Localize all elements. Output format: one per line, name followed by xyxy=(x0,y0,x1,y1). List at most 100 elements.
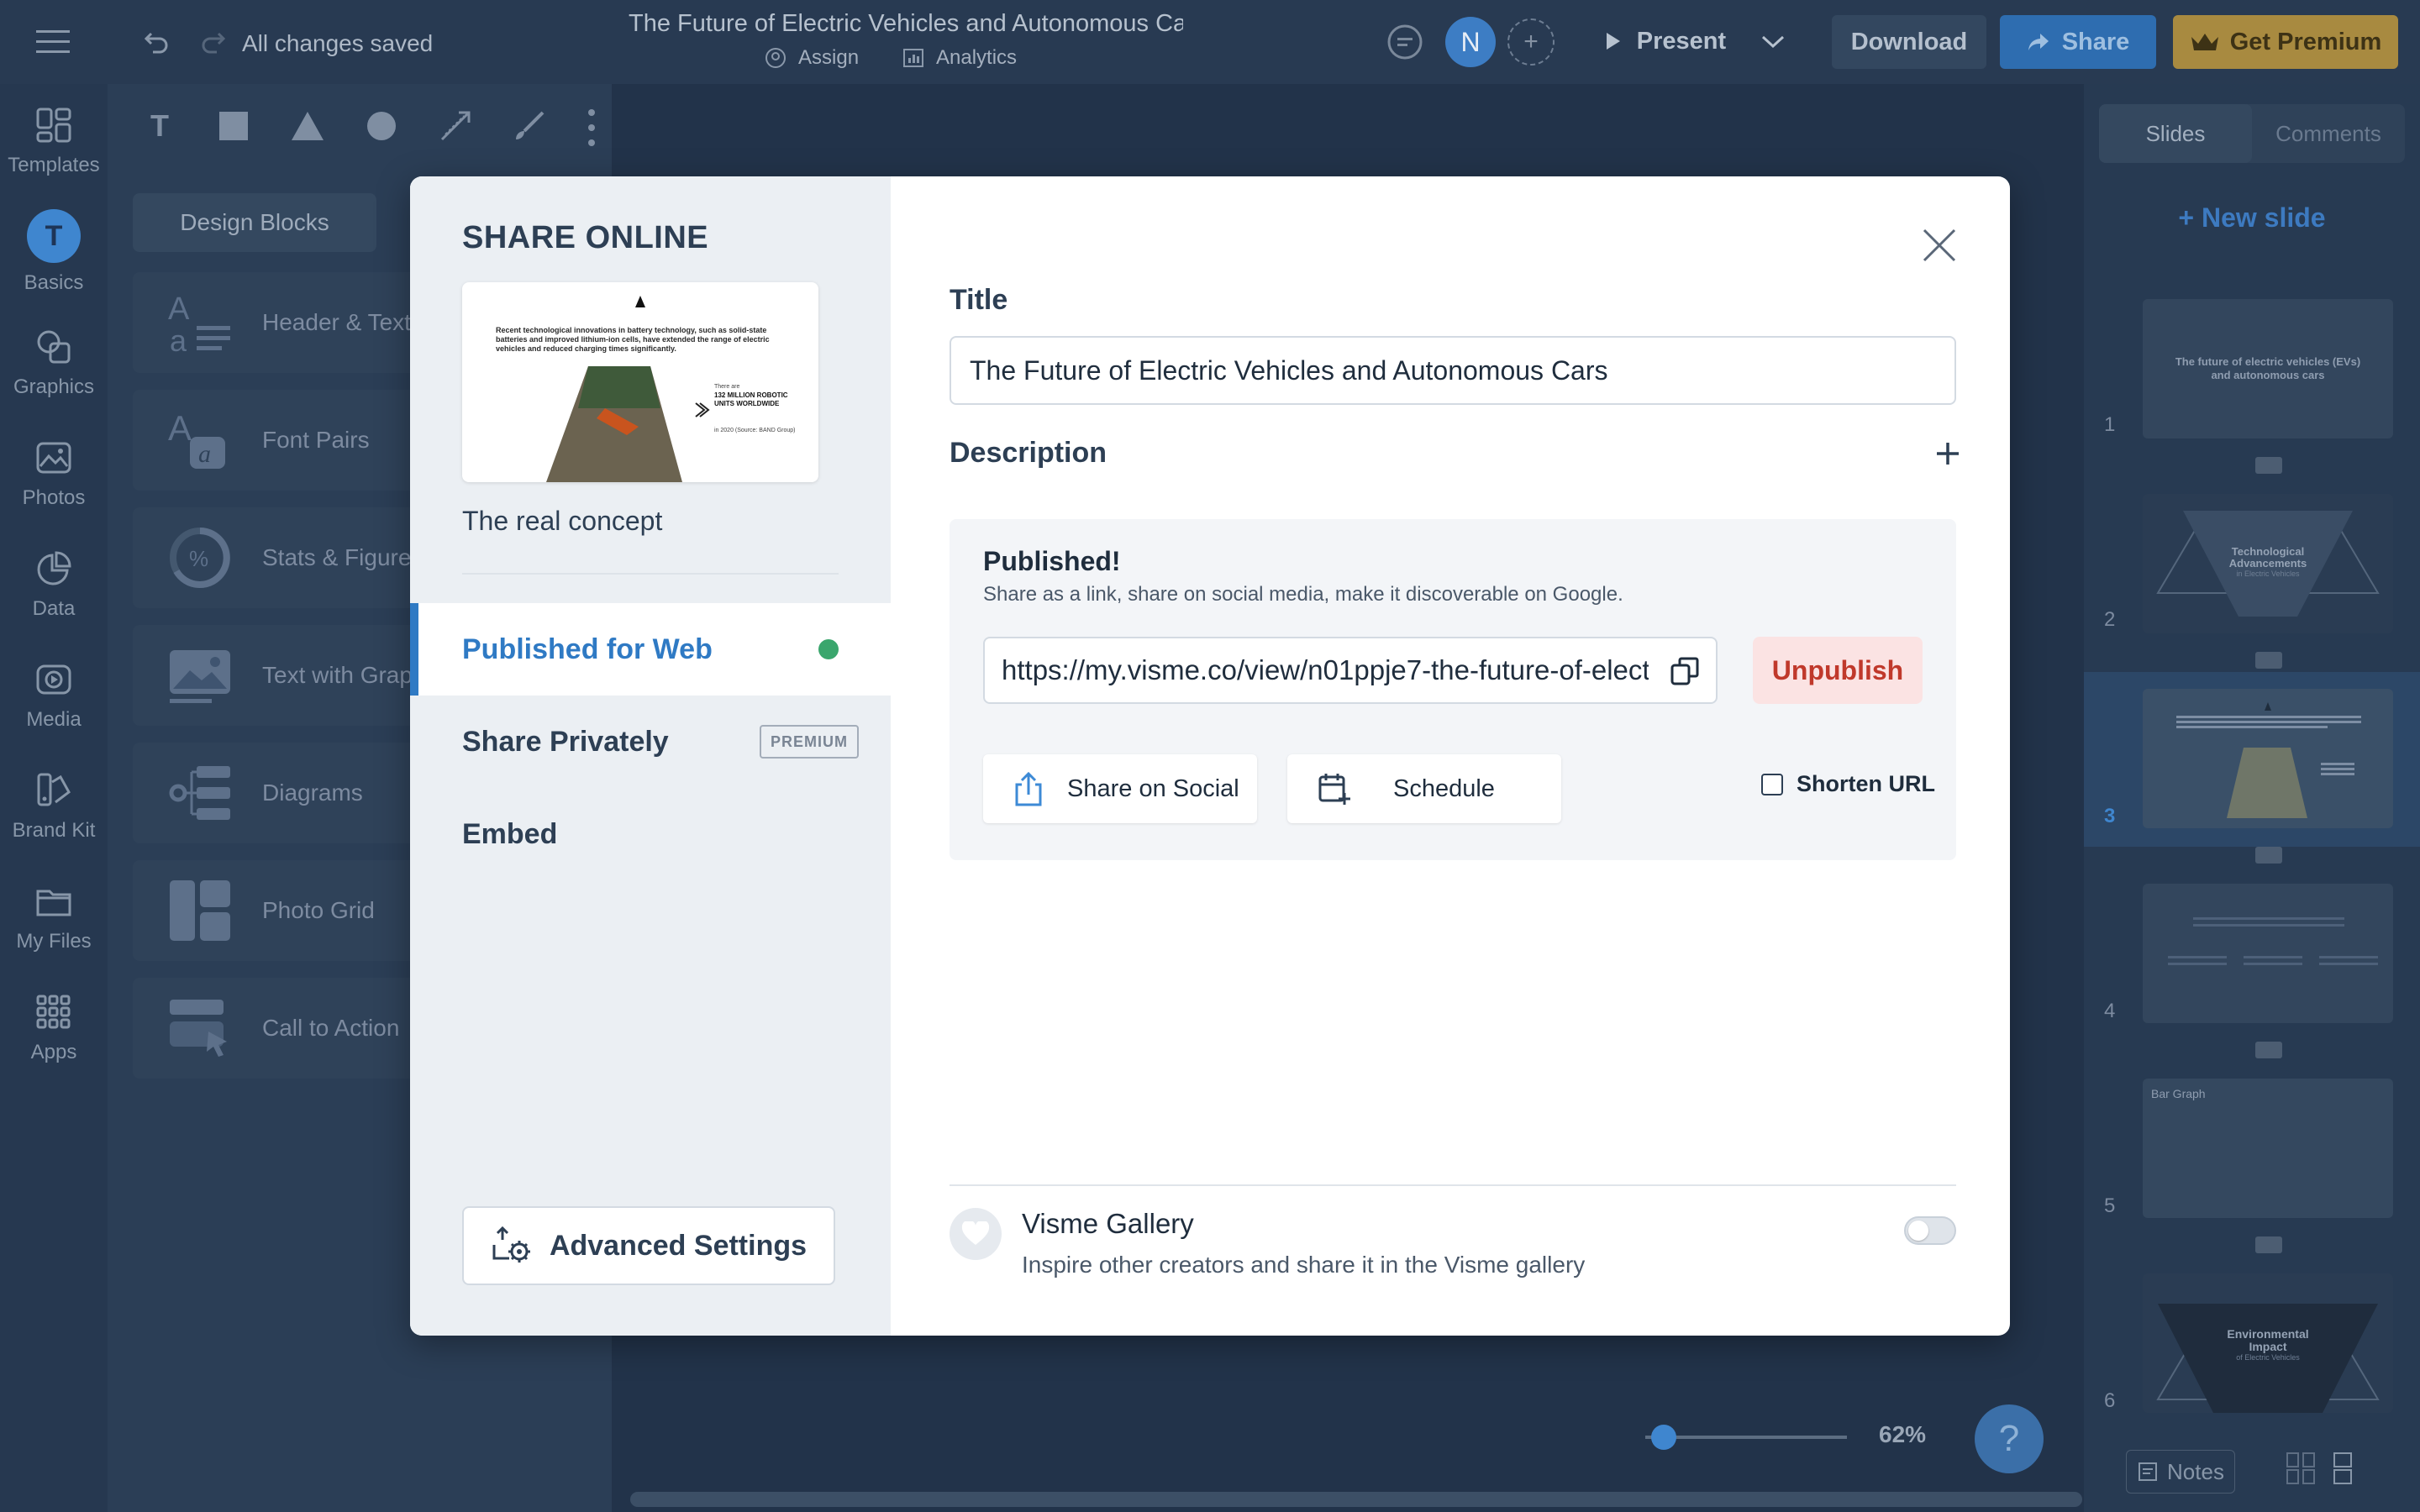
rail-item-brand-kit[interactable]: Brand Kit xyxy=(0,753,108,860)
share-button[interactable]: Share xyxy=(2000,15,2156,69)
gallery-toggle[interactable] xyxy=(1904,1216,1956,1245)
rail-item-photos[interactable]: Photos xyxy=(0,420,108,528)
new-slide-button[interactable]: + New slide xyxy=(2149,188,2354,247)
help-button[interactable]: ? xyxy=(1975,1404,2044,1473)
published-heading: Published! xyxy=(983,546,1121,576)
add-collaborator-icon[interactable]: + xyxy=(1507,18,1555,66)
analytics-label: Analytics xyxy=(936,46,1018,69)
nav-published-for-web[interactable]: Published for Web xyxy=(410,603,891,696)
gallery-title: Visme Gallery xyxy=(1022,1208,1194,1239)
share-on-social-label: Share on Social xyxy=(1067,774,1239,802)
nav-embed[interactable]: Embed xyxy=(410,788,891,880)
analytics-button[interactable]: Analytics xyxy=(902,44,1017,72)
slide-number: 4 xyxy=(2104,1000,2116,1022)
document-title[interactable]: The Future of Electric Vehicles and Auto… xyxy=(629,7,1183,40)
transition-icon[interactable] xyxy=(2255,1042,2282,1058)
rail-item-graphics[interactable]: Graphics xyxy=(0,309,108,417)
notes-icon xyxy=(2139,1462,2158,1481)
slide-thumb-title: Environmental Impact xyxy=(2227,1327,2309,1353)
get-premium-label: Get Premium xyxy=(2229,28,2382,55)
copy-icon[interactable] xyxy=(1664,650,1706,692)
heart-icon xyxy=(950,1208,1002,1260)
nav-label: Share Privately xyxy=(462,725,669,758)
svg-text:%: % xyxy=(189,546,208,571)
advanced-settings-button[interactable]: Advanced Settings xyxy=(462,1206,835,1285)
rail-item-basics[interactable]: T Basics xyxy=(0,198,108,306)
comments-icon[interactable] xyxy=(1385,22,1425,62)
slide-number: 1 xyxy=(2104,413,2116,436)
share-upload-icon xyxy=(1013,771,1044,806)
notes-button[interactable]: Notes xyxy=(2126,1450,2235,1494)
tab-slides[interactable]: Slides xyxy=(2099,104,2252,163)
transition-icon[interactable] xyxy=(2255,847,2282,864)
redo-icon[interactable] xyxy=(197,25,230,59)
schedule-button[interactable]: Schedule xyxy=(1287,754,1561,823)
rail-item-media[interactable]: Media xyxy=(0,642,108,749)
slide-thumbnail[interactable] xyxy=(2143,689,2393,828)
unpublish-button[interactable]: Unpublish xyxy=(1753,637,1923,704)
transition-icon[interactable] xyxy=(2255,457,2282,474)
rail-item-data[interactable]: Data xyxy=(0,531,108,638)
shorten-url-option[interactable]: Shorten URL xyxy=(1761,771,1935,797)
diagrams-icon xyxy=(166,759,234,827)
share-url[interactable]: https://my.visme.co/view/n01ppje7-the-fu… xyxy=(1002,638,1649,702)
assign-button[interactable]: Assign xyxy=(765,44,859,72)
line-tool-icon[interactable] xyxy=(437,108,474,144)
add-description-icon[interactable] xyxy=(1931,437,1965,470)
block-label: Call to Action xyxy=(262,1015,400,1041)
tab-design-blocks[interactable]: Design Blocks xyxy=(133,193,376,252)
rail-item-my-files[interactable]: My Files xyxy=(0,864,108,971)
nav-label: Embed xyxy=(462,817,558,850)
rail-item-apps[interactable]: Apps xyxy=(0,974,108,1082)
transition-icon[interactable] xyxy=(2255,652,2282,669)
brush-tool-icon[interactable] xyxy=(511,108,548,144)
transition-icon[interactable] xyxy=(2255,1236,2282,1253)
assign-icon xyxy=(765,48,786,68)
close-icon[interactable] xyxy=(1914,220,1965,270)
rail-label: Data xyxy=(32,597,76,620)
zoom-slider-handle[interactable] xyxy=(1651,1425,1676,1450)
circle-tool-icon[interactable] xyxy=(363,108,400,144)
present-button[interactable]: Present xyxy=(1581,15,1749,67)
photos-icon xyxy=(34,438,74,478)
my-files-icon xyxy=(34,881,74,921)
slide-thumbnail[interactable] xyxy=(2143,884,2393,1023)
menu-icon[interactable] xyxy=(34,25,72,59)
slide-thumb-subtitle: in Electric Vehicles xyxy=(2236,570,2300,578)
tool-row: T xyxy=(141,108,548,144)
share-on-social-button[interactable]: Share on Social xyxy=(983,754,1257,823)
analytics-icon xyxy=(903,49,923,67)
call-to-action-icon xyxy=(166,995,234,1062)
dialog-heading: SHARE ONLINE xyxy=(462,220,709,255)
download-button[interactable]: Download xyxy=(1832,15,1986,69)
title-input[interactable] xyxy=(950,336,1956,405)
rectangle-tool-icon[interactable] xyxy=(215,108,252,144)
get-premium-button[interactable]: Get Premium xyxy=(2173,15,2398,69)
triangle-tool-icon[interactable] xyxy=(289,108,326,144)
slide-thumbnail[interactable]: Bar Graph xyxy=(2143,1079,2393,1218)
text-tool-icon[interactable]: T xyxy=(141,108,178,144)
nav-share-privately[interactable]: Share Privately PREMIUM xyxy=(410,696,891,788)
share-online-dialog: SHARE ONLINE Recent technological innova… xyxy=(410,176,2010,1336)
more-tools-icon[interactable] xyxy=(583,109,600,146)
slide-thumbnail[interactable]: Technological Advancements in Electric V… xyxy=(2143,494,2393,633)
horizontal-scrollbar[interactable] xyxy=(630,1492,2082,1507)
tab-comments[interactable]: Comments xyxy=(2252,104,2405,163)
grid-view-icon[interactable] xyxy=(2286,1452,2316,1485)
list-view-icon[interactable] xyxy=(2328,1452,2358,1485)
undo-icon[interactable] xyxy=(139,25,173,59)
published-panel: Published! Share as a link, share on soc… xyxy=(950,519,1956,860)
block-label: Text with Graph xyxy=(262,662,426,688)
share-url-field[interactable]: https://my.visme.co/view/n01ppje7-the-fu… xyxy=(983,637,1718,704)
zoom-level: 62% xyxy=(1879,1421,1927,1447)
chevron-down-icon[interactable] xyxy=(1748,18,1798,66)
graphics-icon xyxy=(34,327,74,367)
shorten-url-checkbox[interactable] xyxy=(1761,773,1783,795)
slide-thumbnail[interactable]: The future of electric vehicles (EVs) an… xyxy=(2143,299,2393,438)
slide-number: 5 xyxy=(2104,1194,2116,1217)
avatar[interactable]: N xyxy=(1445,17,1496,67)
rail-item-templates[interactable]: Templates xyxy=(0,87,108,195)
left-rail: Templates T Basics Graphics Photos Data … xyxy=(0,84,108,1512)
published-status-dot xyxy=(818,639,839,659)
slide-thumbnail[interactable]: Environmental Impact of Electric Vehicle… xyxy=(2143,1273,2393,1413)
